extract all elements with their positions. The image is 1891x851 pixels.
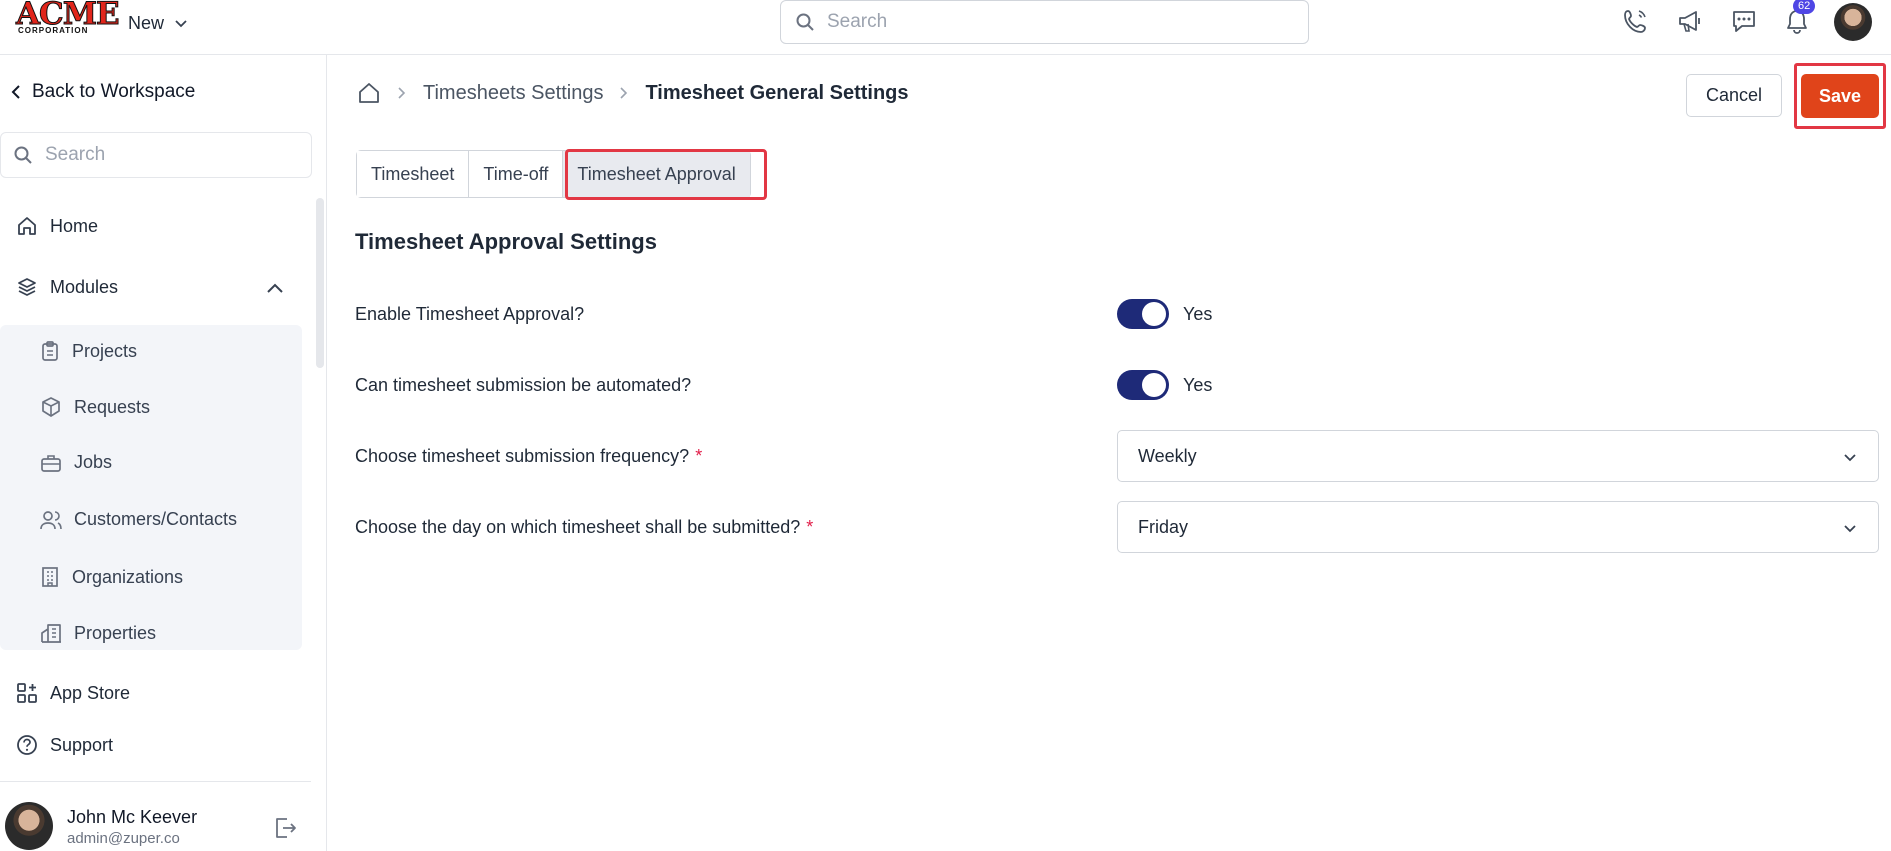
search-icon [796,13,814,31]
acme-logo[interactable]: ACME CORPORATION [2,0,121,40]
sidebar-item-organizations[interactable]: Organizations [40,566,183,588]
chevron-down-icon [1844,525,1856,533]
profile-avatar[interactable] [1834,3,1872,41]
clipboard-icon [42,341,58,361]
briefcase-icon [41,454,61,472]
enable-approval-label: Enable Timesheet Approval? [355,304,585,324]
back-to-workspace-link[interactable]: Back to Workspace [10,81,195,103]
user-avatar [5,802,53,850]
search-icon [14,146,32,164]
submit-day-value: Friday [1138,516,1189,537]
home-icon [18,217,36,235]
sidebar-item-label: Modules [50,276,119,297]
frequency-label-text: Choose timesheet submission frequency? [355,446,690,466]
property-icon [41,624,61,643]
save-button[interactable]: Save [1801,74,1879,118]
enable-approval-toggle[interactable] [1117,299,1169,329]
notification-badge: 62 [1793,0,1816,14]
megaphone-icon[interactable] [1675,6,1705,36]
chevron-down-icon [175,20,187,28]
sidebar-item-label: Organizations [72,566,184,587]
cancel-button[interactable]: Cancel [1686,74,1782,117]
breadcrumb: Timesheets Settings Timesheet General Se… [357,81,909,105]
help-circle-icon [17,735,37,755]
modules-submenu [0,325,302,650]
sidebar-item-home[interactable]: Home [16,215,98,237]
sidebar-item-requests[interactable]: Requests [40,396,150,418]
user-name: John Mc Keever [67,807,198,827]
frequency-value: Weekly [1138,445,1197,466]
sidebar-item-app-store[interactable]: App Store [16,682,130,704]
global-search[interactable] [780,0,1309,44]
sidebar-item-support[interactable]: Support [16,734,113,756]
sidebar-search[interactable] [0,132,312,178]
sidebar-item-projects[interactable]: Projects [40,340,137,362]
frequency-label: Choose timesheet submission frequency? * [355,446,702,467]
sidebar-item-label: Support [50,734,114,755]
top-bar: ACME CORPORATION New 62 [0,0,1891,55]
logo-tagline: CORPORATION [18,26,89,35]
app-grid-icon [17,683,37,703]
layers-icon [18,278,36,296]
tab-time-off[interactable]: Time-off [469,151,564,197]
box-icon [42,397,60,417]
global-search-input[interactable] [827,11,1267,33]
sidebar-divider [0,781,311,782]
sidebar-item-label: Requests [74,396,151,417]
required-marker: * [695,446,703,466]
breadcrumb-current: Timesheet General Settings [645,81,909,104]
users-icon [40,510,62,529]
settings-tabs: Timesheet Time-off Timesheet Approval [356,150,751,198]
sidebar-item-properties[interactable]: Properties [40,622,156,644]
sidebar-item-label: Properties [74,622,157,643]
building-icon [42,567,58,587]
user-email: admin@zuper.co [67,830,180,847]
sidebar-item-label: Projects [72,340,138,361]
phone-icon[interactable] [1621,6,1651,36]
sidebar-item-label: App Store [50,682,131,703]
sidebar-item-jobs[interactable]: Jobs [40,452,112,473]
required-marker: * [806,517,814,537]
new-menu-label: New [128,12,165,33]
automate-submission-label: Can timesheet submission be automated? [355,375,692,395]
main-content: Timesheets Settings Timesheet General Se… [328,55,1891,851]
automate-submission-value: Yes [1183,375,1213,395]
sidebar-item-label: Jobs [74,452,113,472]
sidebar: Back to Workspace Home Modules Projects … [0,55,327,851]
chevron-left-icon [11,85,20,99]
frequency-select[interactable]: Weekly [1117,430,1879,482]
tab-timesheet[interactable]: Timesheet [357,151,470,197]
sidebar-item-label: Home [50,215,99,236]
enable-approval-value: Yes [1183,304,1213,324]
submit-day-select[interactable]: Friday [1117,501,1879,553]
chevron-right-icon [398,87,406,99]
back-label: Back to Workspace [32,81,196,102]
submit-day-label: Choose the day on which timesheet shall … [355,517,813,538]
sidebar-search-input[interactable] [45,144,295,166]
logout-icon[interactable] [272,815,298,841]
new-menu-button[interactable]: New [128,10,188,36]
submit-day-label-text: Choose the day on which timesheet shall … [355,517,801,537]
tab-timesheet-approval[interactable]: Timesheet Approval [563,151,750,197]
chevron-right-icon [620,87,628,99]
chevron-up-icon[interactable] [266,281,284,295]
sidebar-item-modules[interactable]: Modules [16,276,118,298]
sidebar-scrollbar[interactable] [316,198,324,368]
home-icon[interactable] [357,81,381,105]
automate-submission-toggle[interactable] [1117,370,1169,400]
chat-icon[interactable] [1729,6,1759,36]
section-title: Timesheet Approval Settings [355,229,657,254]
sidebar-item-customers-contacts[interactable]: Customers/Contacts [40,509,237,530]
breadcrumb-timesheets-settings[interactable]: Timesheets Settings [423,82,603,105]
chevron-down-icon [1844,454,1856,462]
toggle-knob [1142,302,1166,326]
toggle-knob [1142,373,1166,397]
sidebar-item-label: Customers/Contacts [74,509,238,529]
